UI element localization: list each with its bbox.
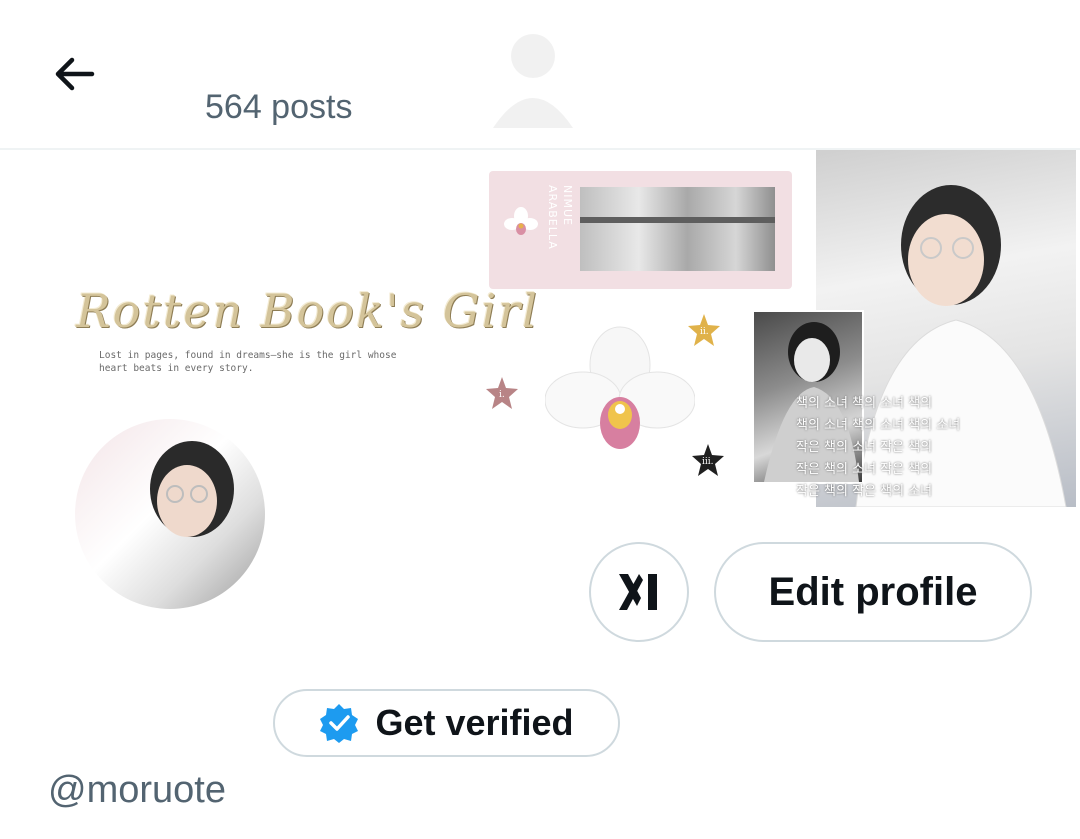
back-arrow-icon: [55, 57, 95, 91]
profile-handle: @moruote: [48, 769, 226, 811]
edit-profile-button[interactable]: Edit profile: [714, 542, 1032, 642]
korean-line: 작은 책의 소녀 작은 책의: [796, 440, 933, 455]
star-label-3: iii.: [702, 457, 714, 467]
edit-profile-label: Edit profile: [768, 569, 978, 614]
faded-avatar-silhouette: [493, 34, 573, 128]
avatar-portrait-icon: [150, 441, 234, 537]
grok-button[interactable]: [589, 542, 689, 642]
bookmark-names: NIMUE ARABELLA: [541, 185, 575, 275]
star-rose-icon: i.: [486, 377, 518, 409]
get-verified-button[interactable]: Get verified: [273, 689, 620, 757]
bookmark-card: NIMUE ARABELLA: [489, 171, 792, 289]
orchid-icon: [545, 326, 695, 449]
mini-orchid-icon: [504, 207, 538, 235]
banner-title: Rotten Book's Girl: [76, 284, 539, 338]
korean-line: 작은 책의 소녀 작은 책의: [796, 462, 933, 477]
verified-badge-icon: [320, 704, 359, 743]
korean-line: 작은 책의 작은 책의 소녀: [796, 484, 933, 499]
posts-count: 564 posts: [205, 88, 353, 126]
back-button[interactable]: [48, 50, 100, 98]
korean-line: 책의 소녀 책의 소녀 책의: [796, 396, 933, 411]
star-label-1: i.: [499, 390, 505, 400]
get-verified-label: Get verified: [375, 702, 574, 743]
bookmark-name-2: ARABELLA: [546, 185, 559, 250]
korean-line: 책의 소녀 책의 소녀 책의 소녀: [796, 418, 961, 433]
profile-avatar[interactable]: [75, 419, 265, 609]
top-bar: 564 posts: [0, 0, 1080, 148]
star-label-2: ii.: [700, 327, 709, 337]
grok-icon: [619, 574, 657, 610]
bookmark-name-1: NIMUE: [561, 185, 574, 226]
bookmark-photo: [580, 187, 775, 271]
korean-overlay-text: 책의 소녀 책의 소녀 책의 책의 소녀 책의 소녀 책의 소녀 작은 책의 소…: [796, 393, 1066, 503]
star-dark-icon: iii.: [692, 444, 724, 476]
banner-tagline: Lost in pages, found in dreams—she is th…: [99, 350, 397, 374]
